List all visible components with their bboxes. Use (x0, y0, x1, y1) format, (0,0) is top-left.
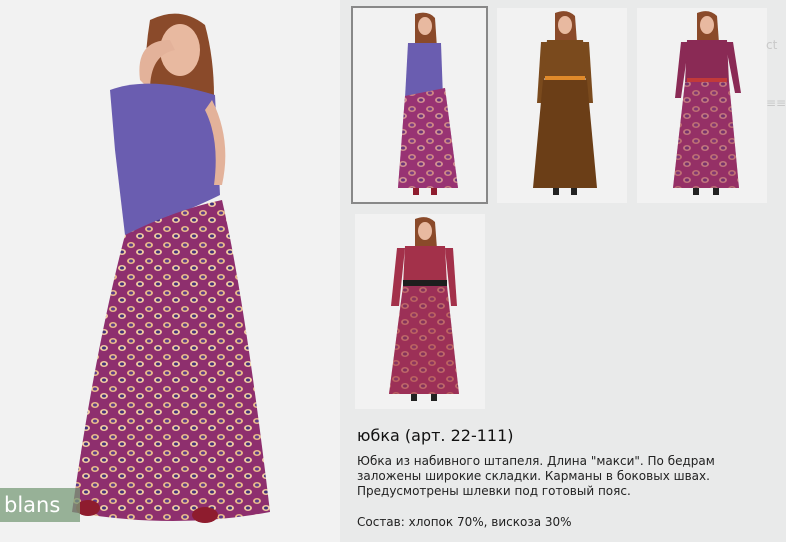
thumbnail-red-stripe-dress[interactable] (355, 214, 485, 409)
thumbnail-image (355, 214, 485, 409)
model-illustration (72, 13, 270, 523)
thumbnail-brown-print-dress[interactable] (497, 8, 627, 203)
product-description: Юбка из набивного штапеля. Длина "макси"… (357, 454, 715, 498)
thumbnail-image (353, 8, 486, 202)
product-title: юбка (арт. 22-111) (357, 426, 514, 445)
edge-fragment: ct (766, 38, 778, 52)
thumbnail-blue-red-print-dress[interactable] (637, 8, 767, 203)
edge-fragment: ≡≡ (766, 96, 786, 110)
thumbnail-image (637, 8, 767, 203)
thumbnail-purple-top-print-skirt[interactable] (351, 6, 488, 204)
brand-logo: blans (0, 488, 80, 522)
thumbnail-image (497, 8, 627, 203)
product-composition: Состав: хлопок 70%, вискоза 30% (357, 515, 572, 529)
main-product-photo: blans (0, 0, 340, 542)
